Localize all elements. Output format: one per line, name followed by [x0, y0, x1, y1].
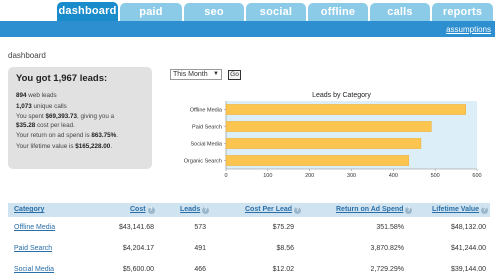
table-cell: 573: [194, 224, 206, 231]
table-cell: $8.56: [276, 245, 294, 252]
chart-title: Leads by Category: [312, 92, 371, 99]
help-icon: ?: [481, 207, 489, 214]
tab-dashboard[interactable]: dashboard: [57, 2, 118, 21]
col-header-category[interactable]: Category: [14, 206, 44, 213]
x-tick-label: 400: [389, 173, 398, 179]
roas-suffix: .: [116, 132, 118, 139]
category-link[interactable]: Social Media: [14, 266, 54, 273]
lifetime-value-line: Your lifetime value is $165,228.00.: [16, 143, 152, 152]
category-link[interactable]: Offline Media: [14, 224, 55, 231]
y-tick-label: Paid Search: [192, 125, 222, 131]
help-icon: ?: [405, 207, 413, 214]
unique-calls-count: 1,073: [16, 102, 32, 110]
roas-prefix: Your return on ad spend is: [16, 132, 92, 139]
cost-per-lead-value: $35.28: [16, 121, 36, 129]
bar-organic-search: [225, 155, 410, 166]
roas-line: Your return on ad spend is 863.75%.: [16, 132, 152, 141]
roas-value: 863.75%: [91, 132, 117, 139]
help-icon: ?: [294, 207, 302, 214]
y-tick-label: Social Media: [191, 142, 223, 148]
table-body: Offline Media $43,141.68 573 $75.29 351.58% $…: [8, 217, 490, 274]
period-select[interactable]: This Month ▼: [170, 69, 222, 80]
tab-reports[interactable]: reports: [432, 3, 493, 21]
table-cell: 2,729.29%: [370, 266, 404, 273]
help-icon: ?: [147, 207, 155, 214]
spent-value: $69,393.73: [45, 113, 78, 120]
ltv-suffix: .: [110, 142, 113, 150]
tab-seo[interactable]: seo: [184, 3, 244, 21]
table-header: Category Cost? Leads? Cost Per Lead? Ret…: [8, 203, 490, 217]
bar-social-media: [225, 138, 422, 149]
go-button[interactable]: Go: [228, 70, 241, 80]
spent-prefix: You spent: [16, 113, 46, 120]
table-cell: $12.02: [272, 266, 294, 273]
bar-offline-media: [225, 104, 466, 115]
tab-social[interactable]: social: [246, 3, 306, 21]
x-tick-label: 600: [472, 173, 481, 179]
table-cell: $41,244.00: [450, 245, 486, 252]
leads-by-category-chart: Leads by Category Offline Media Paid Searc…: [184, 92, 482, 179]
category-link[interactable]: Paid Search: [14, 245, 52, 252]
table-cell: 466: [194, 266, 206, 273]
col-header-cost-per-lead[interactable]: Cost Per Lead?: [245, 206, 302, 214]
table-cell: $5,600.00: [122, 266, 154, 273]
category-table: Category Cost? Leads? Cost Per Lead? Ret…: [8, 203, 490, 274]
bar-paid-search: [225, 121, 432, 132]
cost-per-lead-suffix: cost per lead.: [35, 121, 75, 129]
col-header-lifetime-value[interactable]: Lifetime Value?: [432, 206, 489, 214]
web-leads-line: 894 web leads: [16, 92, 152, 101]
spend-line: You spent $69,393.73, giving you a $35.28…: [16, 113, 152, 130]
col-header-cost[interactable]: Cost?: [130, 206, 155, 214]
web-leads-count: 894: [16, 92, 27, 99]
page-title: dashboard: [8, 51, 46, 60]
summary-box: You got 1,967 leads: 894 web leads 1,073…: [8, 67, 152, 169]
table-cell: 491: [194, 245, 206, 252]
col-header-return-on-ad-spend[interactable]: Return on Ad Spend?: [336, 206, 413, 214]
tab-offline[interactable]: offline: [308, 3, 368, 21]
ltv-value: $165,228.00: [75, 142, 111, 150]
y-tick-label: Offline Media: [190, 108, 223, 114]
table-cell: $48,132.00: [450, 224, 486, 231]
table-cell: $39,144.00: [450, 266, 486, 273]
x-tick-label: 300: [347, 173, 356, 179]
x-tick-label: 0: [224, 173, 227, 179]
table-row: Social Media $5,600.00 466 $12.02 2,729.29% $…: [8, 259, 490, 274]
table-row: Offline Media $43,141.68 573 $75.29 351.58% $…: [8, 217, 490, 238]
assumptions-link[interactable]: assumptions: [446, 25, 491, 34]
tab-calls[interactable]: calls: [370, 3, 430, 21]
spent-suffix: , giving you a: [77, 113, 115, 120]
table-row: Paid Search $4,204.17 491 $8.56 3,870.82% $41…: [8, 238, 490, 259]
table-cell: $75.29: [272, 224, 294, 231]
col-header-leads[interactable]: Leads?: [180, 206, 210, 214]
x-tick-label: 100: [263, 173, 272, 179]
sub-nav-bar: [0, 21, 495, 37]
unique-calls-line: 1,073 unique calls: [16, 103, 152, 112]
ltv-prefix: Your lifetime value is: [16, 142, 76, 150]
dropdown-arrow-icon: ▼: [213, 71, 219, 77]
table-cell: 3,870.82%: [370, 245, 404, 252]
y-tick-label: Organic Search: [184, 159, 222, 165]
period-select-value: This Month: [173, 71, 208, 78]
top-nav-tabs: dashboard paid search seo social offline…: [0, 0, 495, 36]
tab-paid-search[interactable]: paid search: [120, 3, 182, 36]
x-tick-label: 200: [305, 173, 314, 179]
table-cell: $4,204.17: [122, 245, 154, 252]
web-leads-text: web leads: [26, 92, 57, 99]
unique-calls-text: unique calls: [31, 102, 67, 110]
table-cell: $43,141.68: [118, 224, 154, 231]
table-cell: 351.58%: [376, 224, 404, 231]
summary-headline: You got 1,967 leads:: [16, 73, 108, 84]
help-icon: ?: [202, 207, 210, 214]
x-tick-label: 500: [431, 173, 440, 179]
